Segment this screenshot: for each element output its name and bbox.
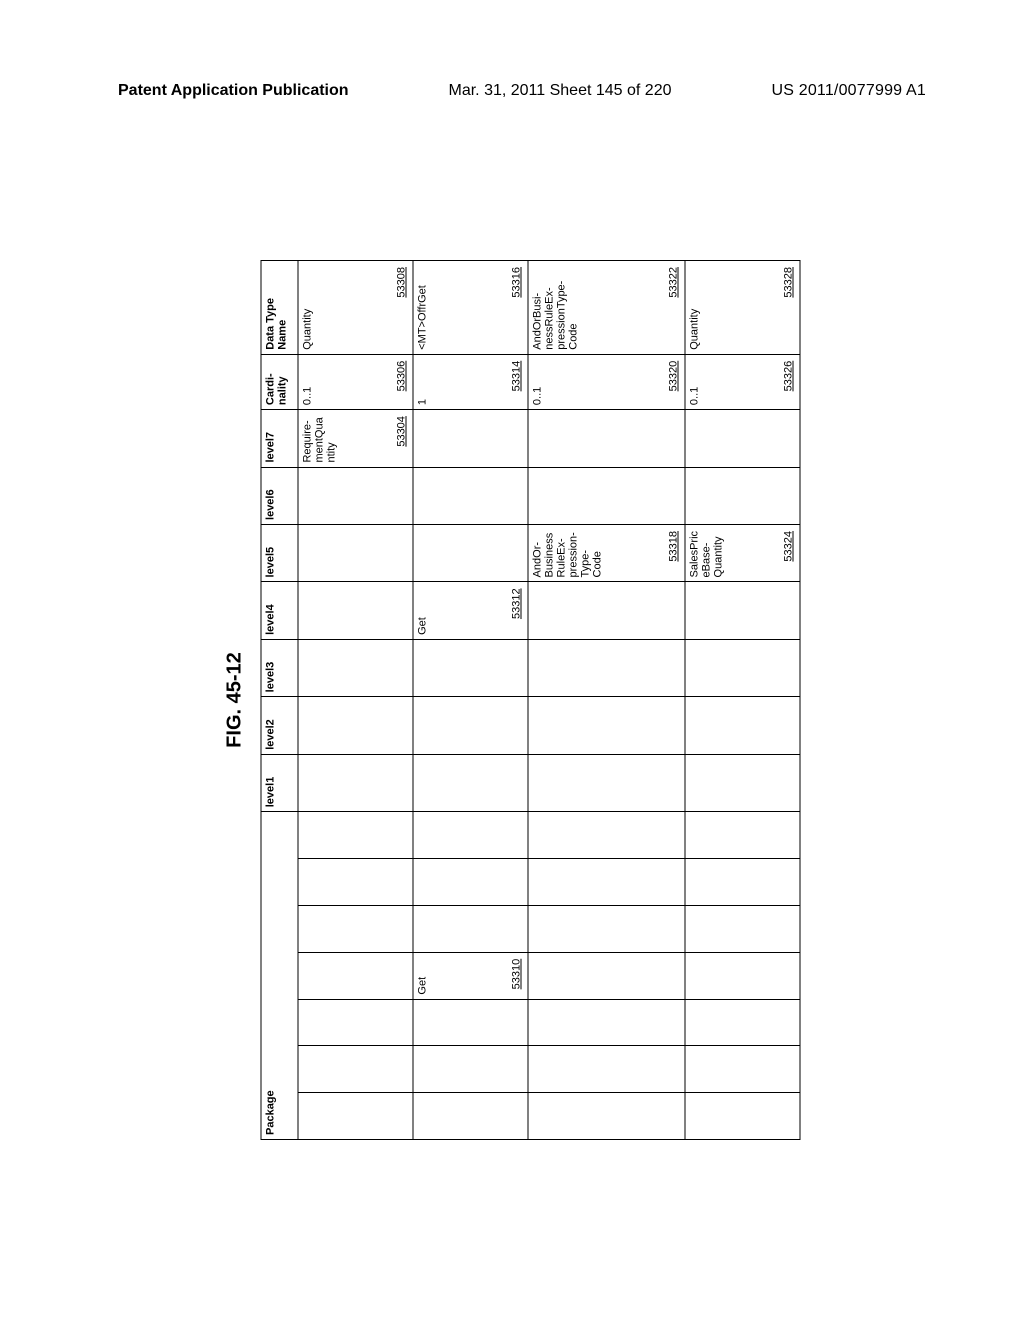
table-row: SalesPriceBase-Quantity 53324 0..1 53326… <box>685 261 800 1140</box>
ref-number: 53326 <box>783 361 795 392</box>
table-row: Get 53310 Get 53312 1 53314 <box>413 261 528 1140</box>
col-level2: level2 <box>261 697 298 754</box>
col-level7: level7 <box>261 410 298 467</box>
ref-number: 53318 <box>668 531 680 562</box>
cell-text: 0..1 <box>689 359 701 405</box>
cell-text: Get <box>417 957 429 995</box>
hdr-right: US 2011/0077999 A1 <box>771 82 926 100</box>
col-package: Package <box>261 812 298 1140</box>
table-row: Require-mentQuantity 53304 0..1 53306 Qu… <box>298 261 413 1140</box>
cell-text: Quantity <box>689 265 701 350</box>
cell-text: SalesPriceBase-Quantity <box>689 529 725 577</box>
cell-text: <MT>OffrGet <box>417 265 429 350</box>
hdr-mid: Mar. 31, 2011 Sheet 145 of 220 <box>449 82 672 100</box>
ref-number: 53314 <box>511 361 523 392</box>
ref-number: 53322 <box>668 267 680 298</box>
table-header-row: Package level1 level2 level3 level4 leve… <box>261 261 298 1140</box>
cell-text: 0..1 <box>302 359 314 405</box>
col-level1: level1 <box>261 754 298 811</box>
col-datatype: Data Type Name <box>261 261 298 355</box>
ref-number: 53308 <box>396 267 408 298</box>
ref-number: 53304 <box>396 416 408 447</box>
schema-table: Package level1 level2 level3 level4 leve… <box>261 260 801 1140</box>
cell-text: Require-mentQuantity <box>302 414 338 462</box>
cell-text: Get <box>417 586 429 634</box>
page-header: Patent Application Publication Mar. 31, … <box>0 82 1024 100</box>
col-cardinality: Cardi-nality <box>261 354 298 409</box>
ref-number: 53320 <box>668 361 680 392</box>
ref-number: 53328 <box>783 267 795 298</box>
ref-number: 53324 <box>783 531 795 562</box>
hdr-left: Patent Application Publication <box>118 82 349 100</box>
ref-number: 53316 <box>511 267 523 298</box>
ref-number: 53312 <box>511 588 523 619</box>
cell-text: 1 <box>417 359 429 405</box>
figure-label: FIG. 45-12 <box>224 260 247 1140</box>
cell-text: AndOrBusi-nessRuleEx-pressionType-Code <box>532 265 580 350</box>
col-level6: level6 <box>261 467 298 524</box>
col-level5: level5 <box>261 524 298 581</box>
ref-number: 53310 <box>511 959 523 990</box>
col-level3: level3 <box>261 639 298 696</box>
ref-number: 53306 <box>396 361 408 392</box>
col-level4: level4 <box>261 582 298 639</box>
cell-text: Quantity <box>302 265 314 350</box>
cell-text: AndOr-BusinessRuleEx-pression-Type-Code <box>532 529 604 577</box>
table-row: AndOr-BusinessRuleEx-pression-Type-Code … <box>528 261 685 1140</box>
cell-text: 0..1 <box>532 359 544 405</box>
